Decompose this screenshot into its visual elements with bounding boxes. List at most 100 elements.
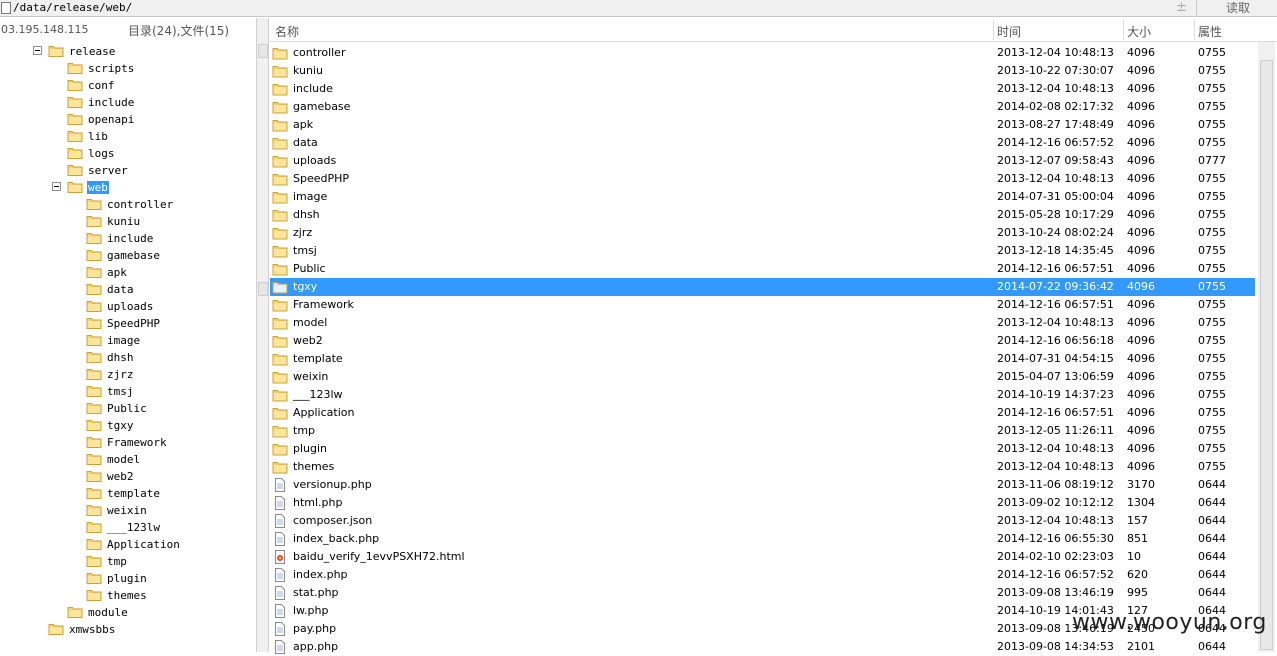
tree-item[interactable]: Application — [86, 536, 181, 553]
column-size[interactable]: 大小 — [1127, 23, 1151, 40]
tree-item[interactable]: image — [86, 332, 141, 349]
tree-item[interactable]: include — [86, 230, 154, 247]
tree-item[interactable]: Framework — [86, 434, 168, 451]
file-row[interactable]: plugin 2013-12-04 10:48:13 4096 0755 — [270, 440, 1255, 458]
file-row[interactable]: apk 2013-08-27 17:48:49 4096 0755 — [270, 116, 1255, 134]
tree-item[interactable]: scripts — [67, 60, 135, 77]
file-row[interactable]: tmsj 2013-12-18 14:35:45 4096 0755 — [270, 242, 1255, 260]
file-row[interactable]: include 2013-12-04 10:48:13 4096 0755 — [270, 80, 1255, 98]
collapse-toggle[interactable] — [33, 46, 42, 55]
column-time[interactable]: 时间 — [997, 23, 1021, 40]
tree-item[interactable]: ___123lw — [86, 519, 161, 536]
tree-item[interactable]: server — [67, 162, 129, 179]
file-row[interactable]: web2 2014-12-16 06:56:18 4096 0755 — [270, 332, 1255, 350]
tree-item[interactable]: module — [67, 604, 129, 621]
file-row[interactable]: weixin 2015-04-07 13:06:59 4096 0755 — [270, 368, 1255, 386]
file-row[interactable]: tgxy 2014-07-22 09:36:42 4096 0755 — [270, 278, 1255, 296]
tree-item[interactable]: gamebase — [86, 247, 161, 264]
tree-item-label: SpeedPHP — [107, 317, 160, 330]
vertical-scrollbar[interactable] — [1258, 42, 1275, 652]
file-row[interactable]: Application 2014-12-16 06:57:51 4096 0755 — [270, 404, 1255, 422]
file-row[interactable]: model 2013-12-04 10:48:13 4096 0755 — [270, 314, 1255, 332]
column-perm[interactable]: 属性 — [1198, 23, 1222, 40]
file-name: weixin — [293, 370, 329, 383]
file-row[interactable]: stat.php 2013-09-08 13:46:19 995 0644 — [270, 584, 1255, 602]
tree-item[interactable]: web — [67, 179, 109, 196]
file-row[interactable]: Public 2014-12-16 06:57:51 4096 0755 — [270, 260, 1255, 278]
tree-item[interactable]: tgxy — [86, 417, 135, 434]
file-row[interactable]: composer.json 2013-12-04 10:48:13 157 0644 — [270, 512, 1255, 530]
tree-item[interactable]: tmsj — [86, 383, 135, 400]
file-row[interactable]: gamebase 2014-02-08 02:17:32 4096 0755 — [270, 98, 1255, 116]
tree-item[interactable]: uploads — [86, 298, 154, 315]
tree-item[interactable]: model — [86, 451, 141, 468]
file-row[interactable]: image 2014-07-31 05:00:04 4096 0755 — [270, 188, 1255, 206]
tree-item[interactable]: dhsh — [86, 349, 135, 366]
tree-item[interactable]: zjrz — [86, 366, 135, 383]
column-divider[interactable] — [1123, 20, 1124, 40]
tree-item[interactable]: openapi — [67, 111, 135, 128]
file-time: 2013-08-27 17:48:49 — [997, 118, 1114, 131]
tree-item[interactable]: data — [86, 281, 135, 298]
file-perm: 0755 — [1198, 370, 1226, 383]
splitter-handle[interactable] — [258, 282, 268, 296]
file-perm: 0755 — [1198, 244, 1226, 257]
file-row[interactable]: dhsh 2015-05-28 10:17:29 4096 0755 — [270, 206, 1255, 224]
tree-item[interactable]: apk — [86, 264, 128, 281]
column-divider[interactable] — [1194, 20, 1195, 40]
file-row[interactable]: versionup.php 2013-11-06 08:19:12 3170 0644 — [270, 476, 1255, 494]
file-row[interactable]: Framework 2014-12-16 06:57:51 4096 0755 — [270, 296, 1255, 314]
folder-icon — [67, 80, 83, 91]
tree-item[interactable]: tmp — [86, 553, 128, 570]
tree-item[interactable]: weixin — [86, 502, 148, 519]
tree-item[interactable]: kuniu — [86, 213, 141, 230]
path-text[interactable]: /data/release/web/ — [13, 1, 132, 15]
file-row[interactable]: tmp 2013-12-05 11:26:11 4096 0755 — [270, 422, 1255, 440]
tree-item[interactable]: conf — [67, 77, 116, 94]
file-row[interactable]: SpeedPHP 2013-12-04 10:48:13 4096 0755 — [270, 170, 1255, 188]
read-button[interactable]: 读取 — [1199, 0, 1277, 17]
file-row[interactable]: controller 2013-12-04 10:48:13 4096 0755 — [270, 44, 1255, 62]
tree-item[interactable]: SpeedPHP — [86, 315, 161, 332]
tree-item[interactable]: plugin — [86, 570, 148, 587]
tree-item[interactable]: themes — [86, 587, 148, 604]
file-row[interactable]: template 2014-07-31 04:54:15 4096 0755 — [270, 350, 1255, 368]
scrollbar-thumb[interactable] — [1260, 60, 1273, 650]
file-row[interactable]: uploads 2013-12-07 09:58:43 4096 0777 — [270, 152, 1255, 170]
tree-item[interactable]: logs — [67, 145, 116, 162]
column-divider[interactable] — [993, 20, 994, 40]
file-row[interactable]: index_back.php 2014-12-16 06:55:30 851 0644 — [270, 530, 1255, 548]
file-name: Public — [293, 262, 326, 275]
tree-item[interactable]: include — [67, 94, 135, 111]
plus-minus-icon[interactable]: ± — [1176, 0, 1187, 15]
tree-item-label: data — [107, 283, 134, 296]
tree-item[interactable]: controller — [86, 196, 174, 213]
tree-item[interactable]: release — [48, 43, 116, 60]
file-row[interactable]: baidu_verify_1evvPSXH72.html 2014-02-10 0… — [270, 548, 1255, 566]
panel-splitter[interactable] — [256, 18, 269, 652]
tree-item[interactable]: Public — [86, 400, 148, 417]
tree-item[interactable]: template — [86, 485, 161, 502]
file-name: tgxy — [293, 280, 318, 293]
file-size: 4096 — [1127, 244, 1155, 257]
tree-item-label: include — [88, 96, 135, 109]
collapse-toggle[interactable] — [52, 182, 61, 191]
scroll-up-button[interactable] — [258, 44, 268, 58]
tree-item[interactable]: xmwsbbs — [48, 621, 116, 638]
file-row[interactable]: html.php 2013-09-02 10:12:12 1304 0644 — [270, 494, 1255, 512]
file-perm: 0755 — [1198, 316, 1226, 329]
file-row[interactable]: app.php 2013-09-08 14:34:53 2101 0644 — [270, 638, 1255, 656]
file-row[interactable]: themes 2013-12-04 10:48:13 4096 0755 — [270, 458, 1255, 476]
file-row[interactable]: kuniu 2013-10-22 07:30:07 4096 0755 — [270, 62, 1255, 80]
file-row[interactable]: zjrz 2013-10-24 08:02:24 4096 0755 — [270, 224, 1255, 242]
folder-icon — [272, 462, 288, 474]
file-row[interactable]: data 2014-12-16 06:57:52 4096 0755 — [270, 134, 1255, 152]
file-name: model — [293, 316, 328, 329]
tree-item[interactable]: lib — [67, 128, 109, 145]
column-name[interactable]: 名称 — [275, 23, 299, 40]
file-name: composer.json — [293, 514, 373, 527]
file-row[interactable]: index.php 2014-12-16 06:57:52 620 0644 — [270, 566, 1255, 584]
tree-item[interactable]: web2 — [86, 468, 135, 485]
file-size: 4096 — [1127, 424, 1155, 437]
file-row[interactable]: ___123lw 2014-10-19 14:37:23 4096 0755 — [270, 386, 1255, 404]
